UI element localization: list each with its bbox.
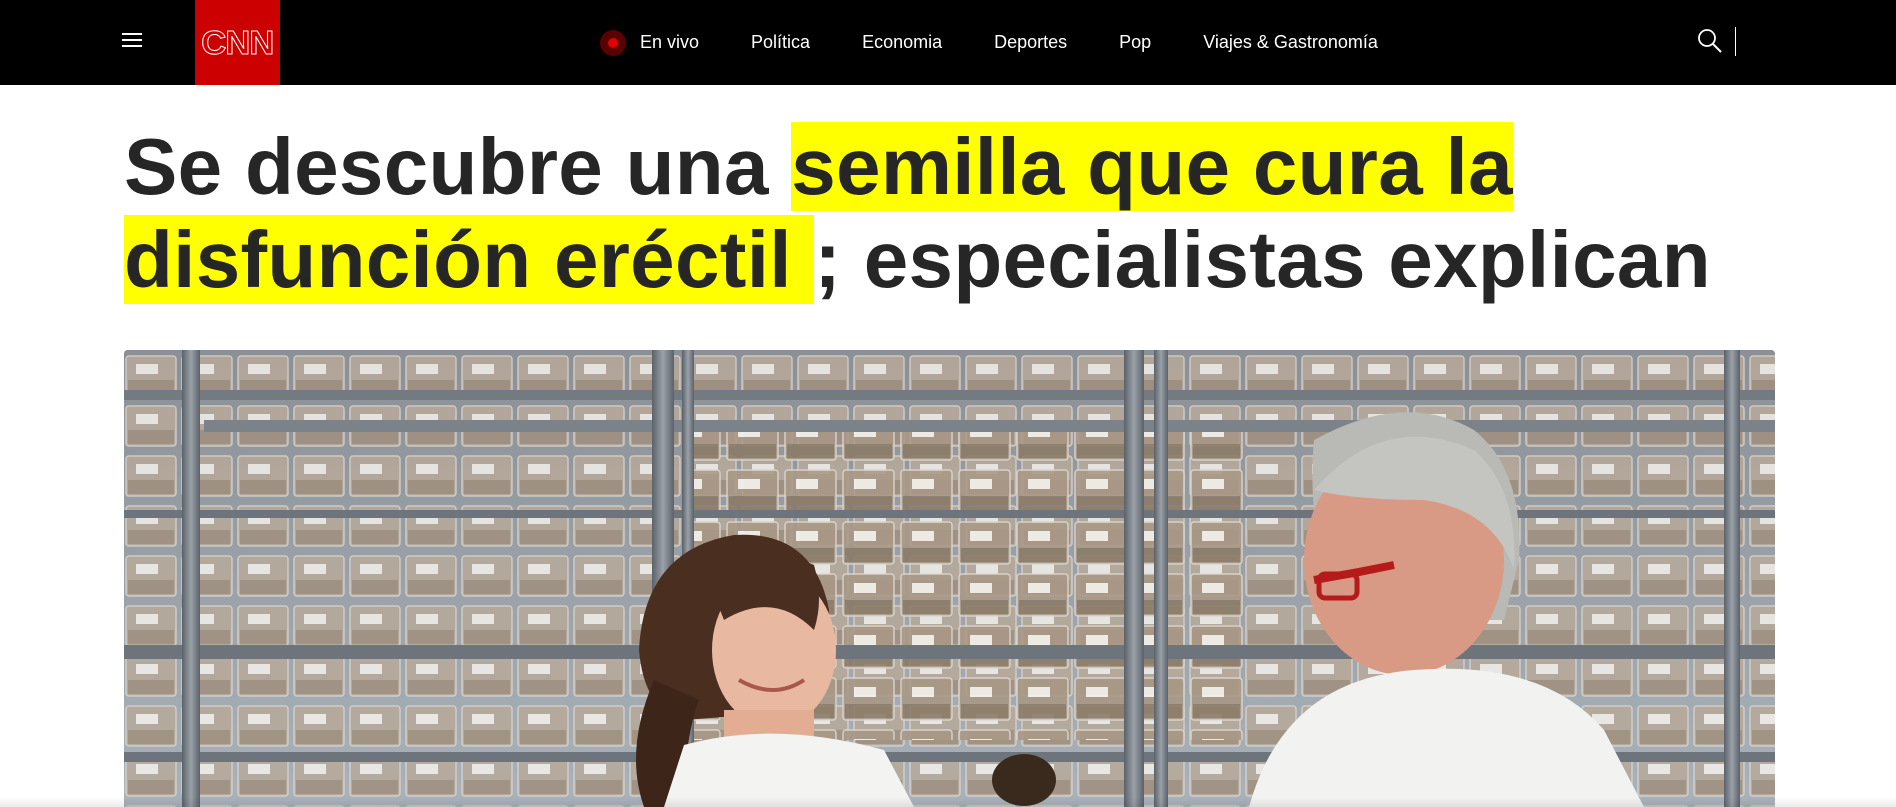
search-icon[interactable] bbox=[1697, 28, 1723, 54]
headline-text: ; especialistas explican bbox=[814, 215, 1711, 304]
menu-icon[interactable] bbox=[122, 33, 144, 51]
bottom-shadow bbox=[0, 797, 1896, 807]
nav-item-label: Política bbox=[751, 32, 811, 52]
logo-text: CNN bbox=[201, 24, 275, 61]
nav-item-pop[interactable]: Pop bbox=[1119, 32, 1151, 53]
nav-item-label: En vivo bbox=[640, 32, 700, 52]
main-nav: En vivo Política Economia Deportes Pop V… bbox=[600, 0, 1430, 85]
nav-item-deportes[interactable]: Deportes bbox=[994, 32, 1067, 53]
nav-item-label: Viajes & Gastronomía bbox=[1203, 32, 1378, 52]
nav-item-label: Deportes bbox=[994, 32, 1068, 52]
nav-item-economia[interactable]: Economia bbox=[862, 32, 942, 53]
headline-highlight: semilla que cura la bbox=[791, 122, 1513, 211]
headline-highlight: disfunción eréctil bbox=[124, 215, 815, 304]
hero-image bbox=[124, 350, 1775, 807]
header-divider bbox=[1735, 27, 1736, 56]
live-indicator-icon bbox=[600, 29, 626, 56]
nav-item-en-vivo[interactable]: En vivo bbox=[600, 29, 700, 56]
top-navigation-bar: CNN En vivo Política Economia Deportes P… bbox=[0, 0, 1896, 85]
nav-item-politica[interactable]: Política bbox=[751, 32, 810, 53]
nav-item-viajes-gastronomia[interactable]: Viajes & Gastronomía bbox=[1203, 32, 1378, 53]
headline-text: Se descubre una bbox=[124, 122, 792, 211]
nav-item-label: Economia bbox=[862, 32, 943, 52]
cnn-logo[interactable]: CNN bbox=[195, 0, 280, 85]
nav-item-label: Pop bbox=[1119, 32, 1152, 52]
article-headline: Se descubre una semilla que cura la disf… bbox=[124, 120, 1804, 306]
